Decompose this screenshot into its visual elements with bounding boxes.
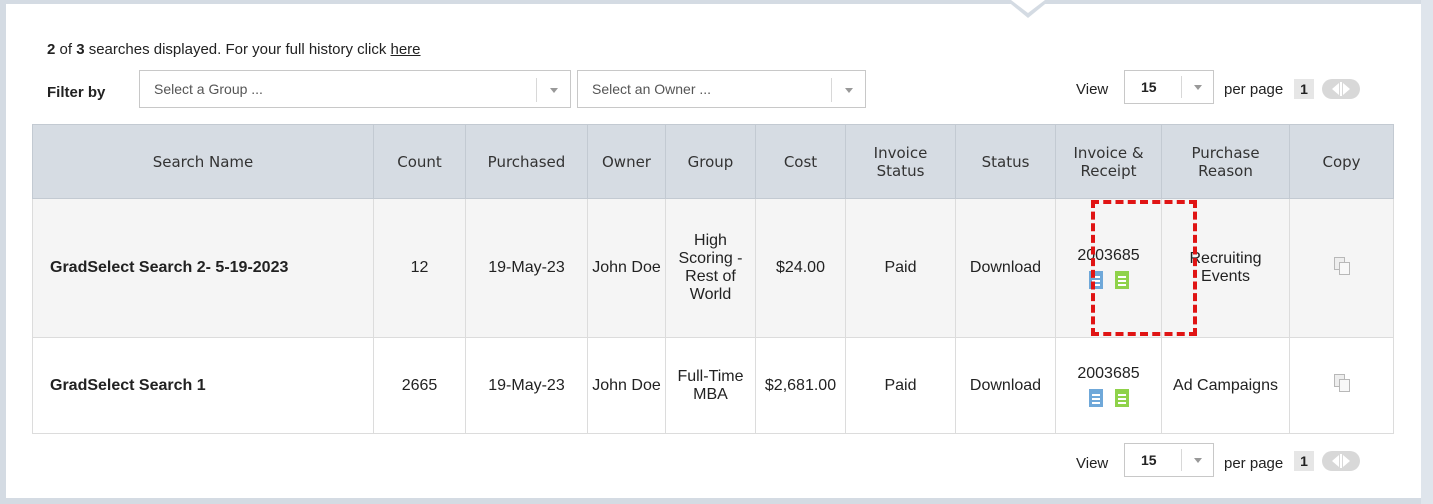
col-status[interactable]: Status	[955, 124, 1056, 199]
invoice-number: 2003685	[1077, 247, 1140, 264]
page-nav-arrows[interactable]	[1322, 451, 1360, 471]
view-label: View	[1076, 455, 1109, 472]
per-page-label: per page	[1224, 81, 1284, 98]
table-row: GradSelect Search 1 2665 19-May-23 John …	[32, 337, 1394, 434]
invoice-status-cell: Paid	[845, 198, 956, 338]
download-link[interactable]: Download	[955, 337, 1056, 434]
owner-cell: John Doe	[587, 198, 666, 338]
group-select[interactable]: Select a Group ...	[139, 70, 571, 108]
cost-cell: $2,681.00	[755, 337, 846, 434]
col-invoice-status[interactable]: Invoice Status	[845, 124, 956, 199]
current-page[interactable]: 1	[1294, 451, 1314, 471]
invoice-document-icon[interactable]	[1088, 388, 1103, 407]
purchase-reason-cell: Recruiting Events	[1161, 198, 1290, 338]
col-search-name[interactable]: Search Name	[32, 124, 374, 199]
per-page-label: per page	[1224, 455, 1284, 472]
col-owner[interactable]: Owner	[587, 124, 666, 199]
invoice-document-icon[interactable]	[1088, 271, 1103, 289]
copy-icon[interactable]	[1333, 374, 1350, 392]
full-history-link[interactable]: here	[391, 41, 421, 58]
table-row: GradSelect Search 2- 5-19-2023 12 19-May…	[32, 198, 1394, 338]
invoice-receipt-cell: 2003685	[1055, 337, 1162, 434]
copy-cell	[1289, 337, 1394, 434]
prev-page-icon[interactable]	[1332, 83, 1339, 95]
search-name-link[interactable]: GradSelect Search 1	[32, 337, 374, 434]
col-purchased[interactable]: Purchased	[465, 124, 588, 199]
chevron-down-icon	[1181, 76, 1213, 98]
invoice-number: 2003685	[1077, 364, 1140, 382]
copy-cell	[1289, 198, 1394, 338]
col-invoice-receipt[interactable]: Invoice & Receipt	[1055, 124, 1162, 199]
col-group[interactable]: Group	[665, 124, 756, 199]
current-page[interactable]: 1	[1294, 79, 1314, 99]
count-cell: 2665	[373, 337, 466, 434]
page-size-select-bottom[interactable]: 15	[1124, 443, 1214, 477]
count-cell: 12	[373, 198, 466, 338]
filter-label: Filter by	[47, 84, 106, 101]
col-purchase-reason[interactable]: Purchase Reason	[1161, 124, 1290, 199]
page-size-select-top[interactable]: 15	[1124, 70, 1214, 104]
col-count[interactable]: Count	[373, 124, 466, 199]
group-link[interactable]: High Scoring - Rest of World	[665, 198, 756, 338]
group-link[interactable]: Full-Time MBA	[665, 337, 756, 434]
page-nav-arrows[interactable]	[1322, 79, 1360, 99]
chevron-down-icon	[1181, 449, 1213, 471]
results-summary: 2 of 3 searches displayed. For your full…	[47, 41, 421, 58]
cost-cell: $24.00	[755, 198, 846, 338]
copy-icon[interactable]	[1333, 256, 1350, 275]
invoice-receipt-cell: 2003685	[1055, 198, 1162, 338]
table-header-row: Search Name Count Purchased Owner Group …	[32, 124, 1394, 199]
next-page-icon[interactable]	[1343, 455, 1350, 467]
chevron-down-icon	[536, 78, 570, 102]
col-copy[interactable]: Copy	[1289, 124, 1394, 199]
next-page-icon[interactable]	[1343, 83, 1350, 95]
view-label: View	[1076, 81, 1109, 98]
prev-page-icon[interactable]	[1332, 455, 1339, 467]
searches-table: Search Name Count Purchased Owner Group …	[32, 124, 1394, 434]
group-select-placeholder: Select a Group ...	[154, 81, 263, 97]
purchased-cell: 19-May-23	[465, 337, 588, 434]
owner-cell: John Doe	[587, 337, 666, 434]
invoice-status-cell: Paid	[845, 337, 956, 434]
receipt-document-icon[interactable]	[1114, 271, 1129, 289]
total-count: 3	[76, 41, 85, 58]
panel-edge	[1421, 0, 1433, 504]
receipt-document-icon[interactable]	[1114, 388, 1129, 407]
owner-select[interactable]: Select an Owner ...	[577, 70, 866, 108]
col-cost[interactable]: Cost	[755, 124, 846, 199]
purchased-cell: 19-May-23	[465, 198, 588, 338]
owner-select-placeholder: Select an Owner ...	[592, 81, 712, 97]
download-link[interactable]: Download	[955, 198, 1056, 338]
purchase-reason-cell: Ad Campaigns	[1161, 337, 1290, 434]
search-name-link[interactable]: GradSelect Search 2- 5-19-2023	[32, 198, 374, 338]
chevron-down-icon	[831, 78, 865, 102]
